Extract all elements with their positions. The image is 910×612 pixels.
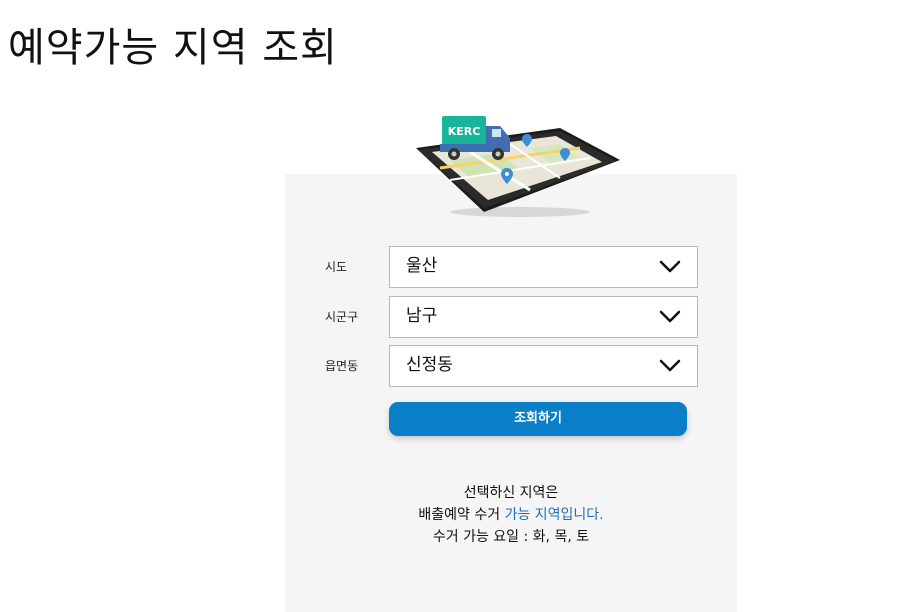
truck-label: KERC (448, 125, 481, 138)
sido-label: 시도 (325, 260, 348, 274)
eupmyeondong-select[interactable]: 신정동 (389, 345, 698, 387)
chevron-down-icon (659, 310, 681, 323)
result-line-2-prefix: 배출예약 수거 (418, 507, 505, 523)
chevron-down-icon (659, 359, 681, 372)
result-availability-highlight: 가능 지역입니다. (504, 507, 604, 523)
sigungu-row: 시군구 남구 (325, 296, 698, 338)
sido-row: 시도 울산 (325, 246, 698, 288)
page-title: 예약가능 지역 조회 (8, 25, 338, 71)
sido-value: 울산 (406, 256, 438, 276)
sigungu-label: 시군구 (325, 310, 359, 324)
sigungu-value: 남구 (406, 306, 438, 326)
sido-select[interactable]: 울산 (389, 246, 698, 288)
eupmyeondong-label: 읍면동 (325, 359, 359, 373)
eupmyeondong-row: 읍면동 신정동 (325, 345, 698, 387)
chevron-down-icon (659, 260, 681, 273)
search-button[interactable]: 조회하기 (389, 402, 687, 436)
sigungu-select[interactable]: 남구 (389, 296, 698, 338)
result-line-2: 배출예약 수거 가능 지역입니다. (285, 504, 737, 526)
eupmyeondong-value: 신정동 (406, 355, 453, 375)
result-line-3: 수거 가능 요일 : 화, 목, 토 (432, 529, 590, 545)
tablet-map-illustration: KERC (416, 116, 620, 217)
result-line-1: 선택하신 지역은 (463, 485, 559, 501)
result-message: 선택하신 지역은 배출예약 수거 가능 지역입니다. 수거 가능 요일 : 화,… (285, 482, 737, 548)
